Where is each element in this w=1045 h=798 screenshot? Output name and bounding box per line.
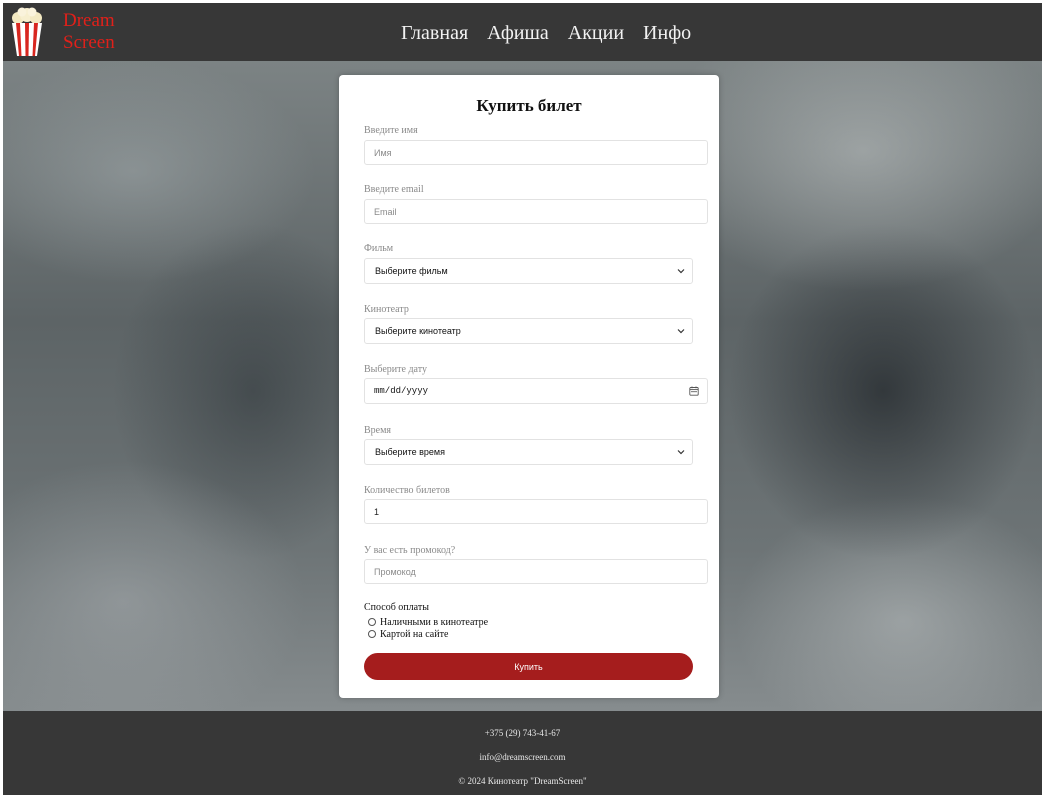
nav-link-schedule[interactable]: Афиша [487,19,549,47]
promo-label: У вас есть промокод? [364,545,456,556]
date-label: Выберите дату [364,364,427,375]
cinema-select[interactable]: Выберите кинотеатр [364,318,693,344]
main-nav: Главная Афиша Акции Инфо [401,19,691,47]
time-select[interactable]: Выберите время [364,439,693,465]
calendar-icon[interactable] [689,386,699,396]
ticket-form: Купить билет Введите имя Введите email Ф… [339,75,719,698]
site-header: Dream Screen Главная Афиша Акции Инфо [3,3,1042,61]
radio-button[interactable] [368,630,376,638]
logo-text: Dream Screen [63,10,115,54]
radio-button[interactable] [368,618,376,626]
footer-copyright: © 2024 Кинотеатр "DreamScreen" [458,776,587,786]
payment-method-label: Способ оплаты [364,602,429,613]
film-select[interactable]: Выберите фильм [364,258,693,284]
chevron-down-icon [677,450,685,455]
film-label: Фильм [364,243,394,254]
logo-text-line1: Dream [63,10,115,31]
nav-link-promotions[interactable]: Акции [568,19,624,47]
promo-input[interactable] [364,559,708,584]
payment-option-card[interactable]: Картой на сайте [368,628,448,640]
email-label: Введите email [364,184,424,195]
film-select-value: Выберите фильм [375,266,448,276]
time-label: Время [364,425,392,436]
chevron-down-icon [677,329,685,334]
logo-text-line2: Screen [63,32,115,53]
nav-link-home[interactable]: Главная [401,19,468,47]
name-input[interactable] [364,140,708,165]
email-input[interactable] [364,199,708,224]
chevron-down-icon [677,269,685,274]
time-select-value: Выберите время [375,447,445,457]
payment-option-cash-label: Наличными в кинотеатре [380,616,489,628]
buy-button[interactable]: Купить [364,653,693,680]
cinema-label: Кинотеатр [364,304,409,315]
payment-option-card-label: Картой на сайте [380,628,449,640]
popcorn-icon [12,7,42,56]
name-label: Введите имя [364,125,418,136]
logo[interactable]: Dream Screen [9,7,159,59]
cinema-select-value: Выберите кинотеатр [375,326,461,336]
footer-phone[interactable]: +375 (29) 743-41-67 [3,728,1042,738]
nav-link-info[interactable]: Инфо [643,19,691,47]
page: Dream Screen Главная Афиша Акции Инфо Ку… [3,3,1042,795]
date-input-value: mm/dd/yyyy [374,386,429,396]
quantity-input[interactable] [364,499,708,524]
quantity-label: Количество билетов [364,485,450,496]
site-footer: +375 (29) 743-41-67 info@dreamscreen.com… [3,711,1042,795]
footer-email[interactable]: info@dreamscreen.com [3,752,1042,762]
payment-option-cash[interactable]: Наличными в кинотеатре [368,616,488,628]
date-input[interactable]: mm/dd/yyyy [364,378,708,404]
form-title: Купить билет [476,96,582,115]
